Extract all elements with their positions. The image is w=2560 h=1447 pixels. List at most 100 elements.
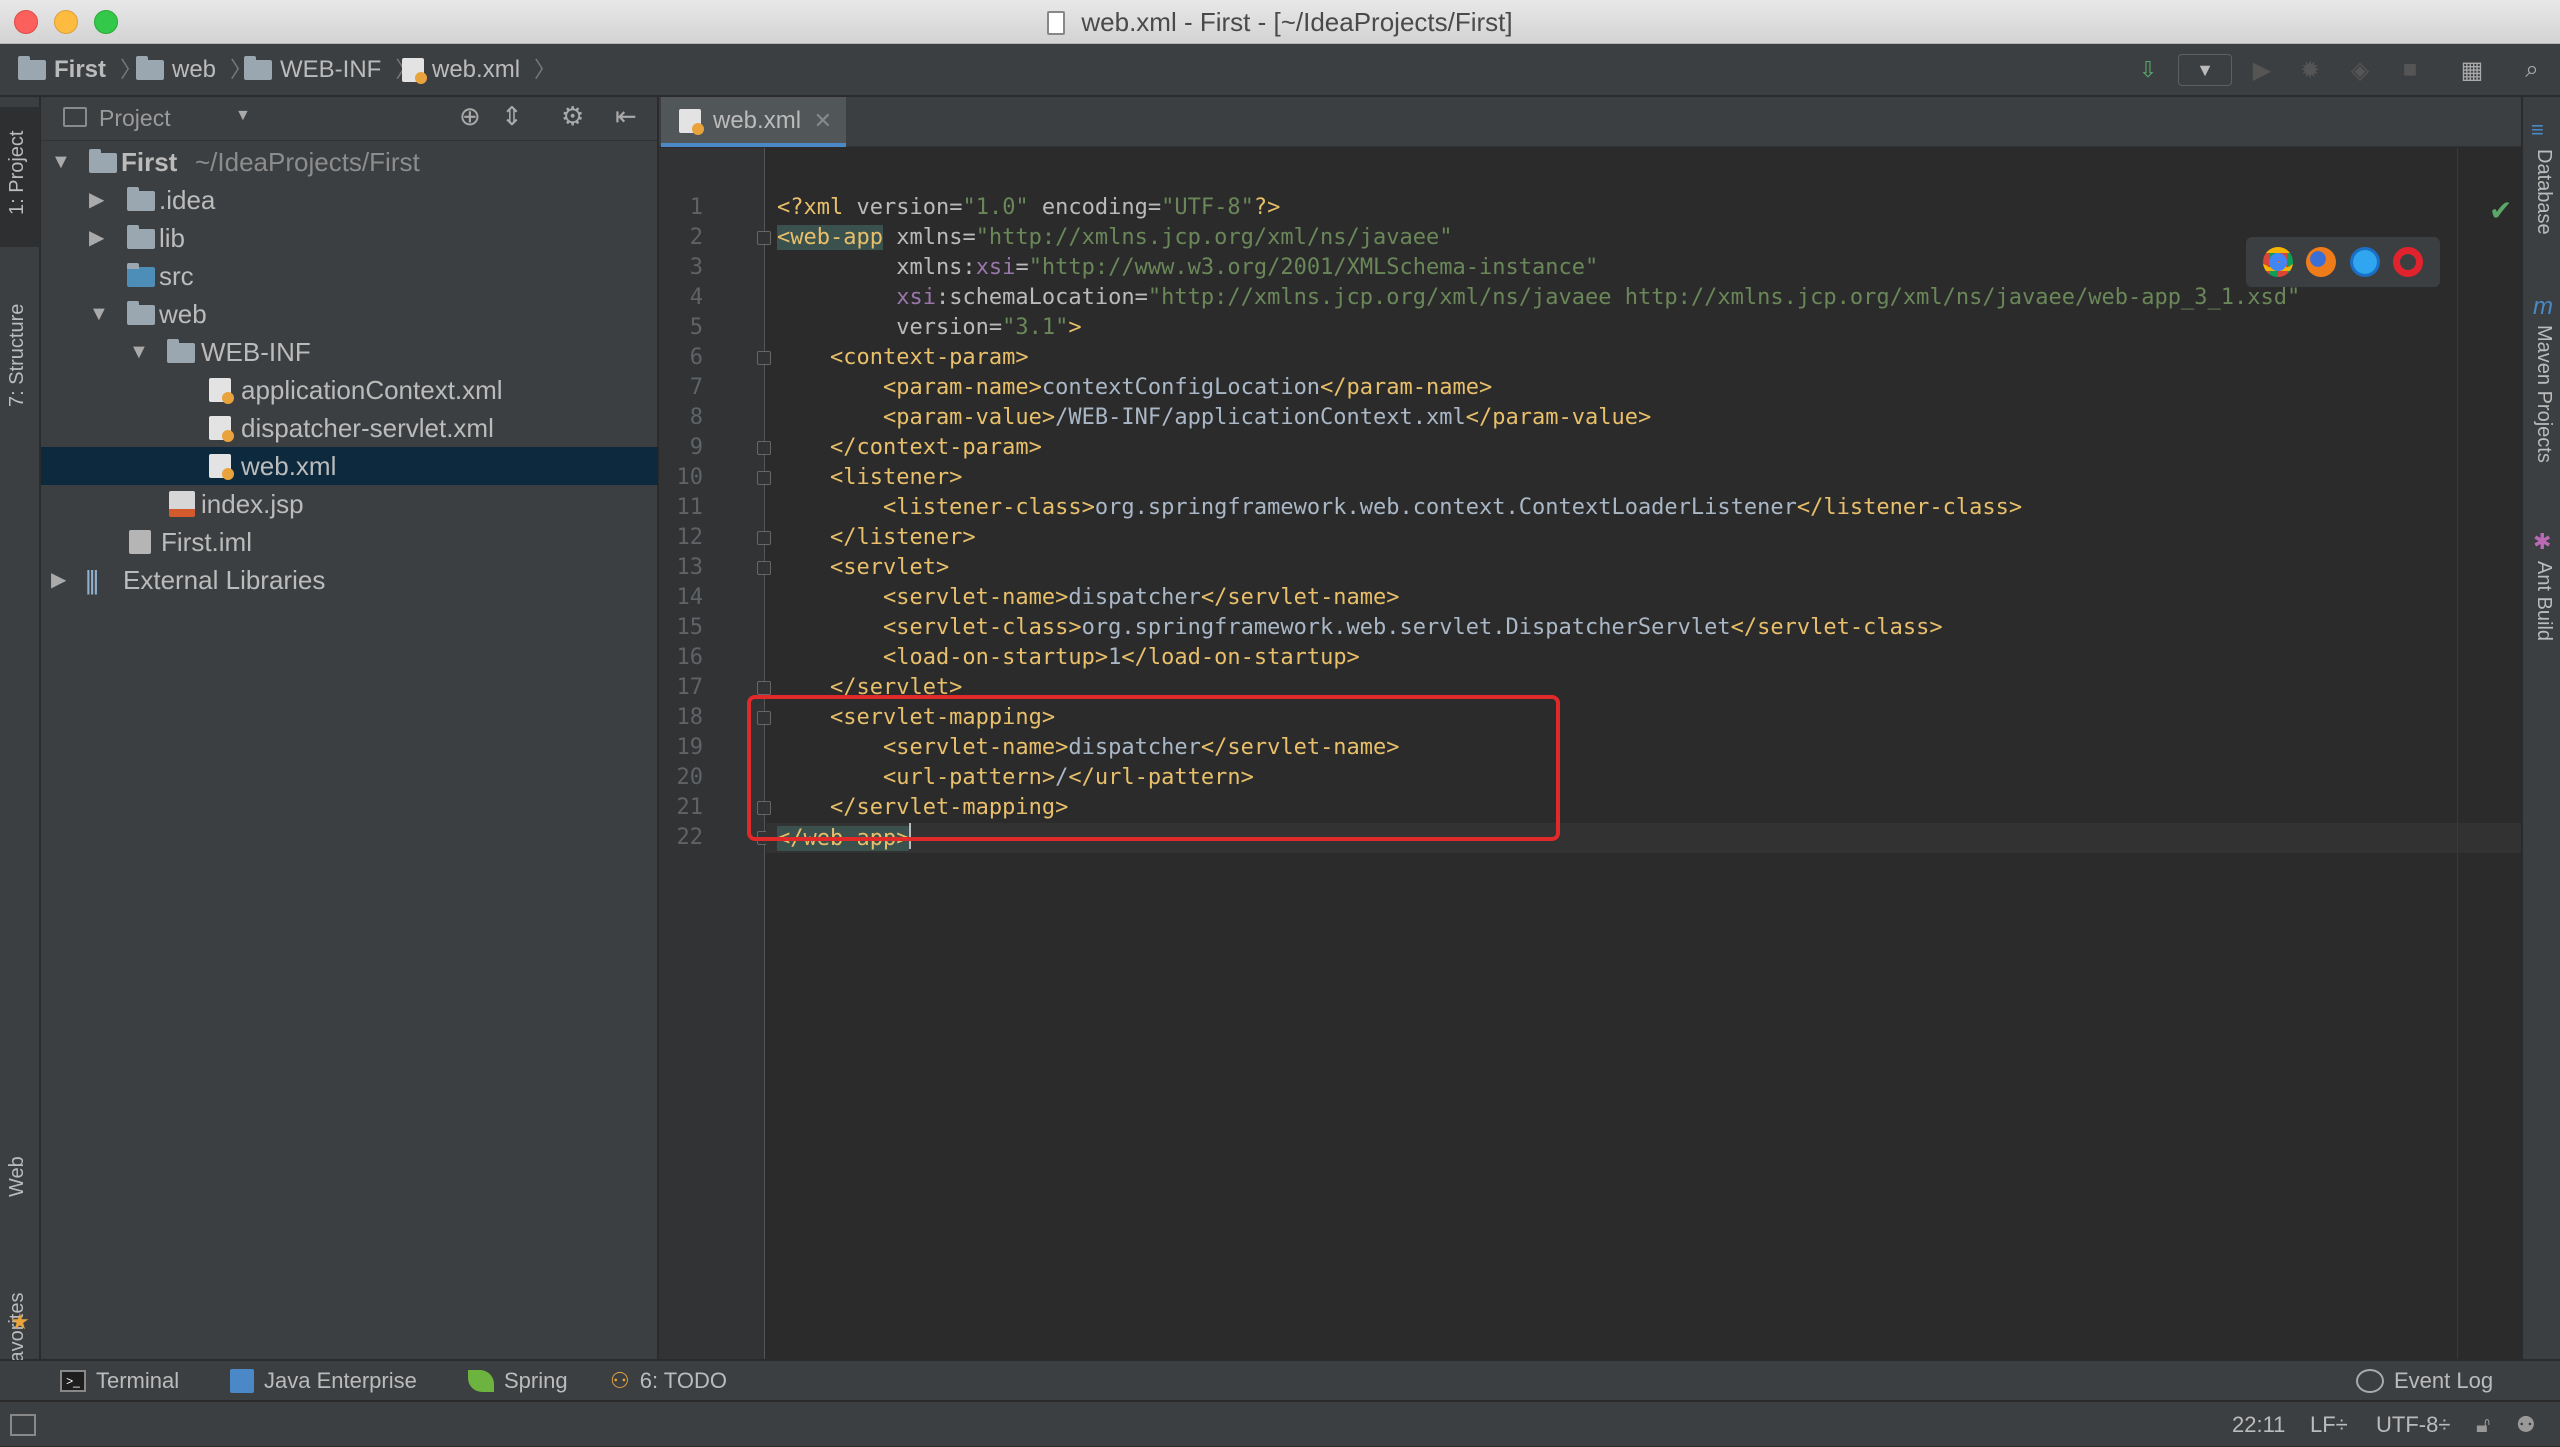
tree-item-label: web.xml — [241, 451, 337, 481]
tree-item-applicationcontext-xml[interactable]: applicationContext.xml — [41, 371, 658, 409]
opera-icon[interactable] — [2393, 247, 2424, 277]
open-in-browser-bar — [2246, 237, 2440, 287]
tree-item-first[interactable]: ▼ First ~/IdeaProjects/First — [41, 143, 658, 181]
run-configuration-dropdown[interactable]: ▼ — [2178, 54, 2232, 86]
structure-tool-tab[interactable]: 7: Structure — [6, 304, 29, 407]
tree-item-label: External Libraries — [123, 565, 326, 595]
lock-icon[interactable]: 🔓︎ — [2476, 1402, 2490, 1447]
debug-icon[interactable]: ✹ — [2294, 54, 2326, 86]
code-line-4: xsi:schemaLocation="http://xmlns.jcp.org… — [777, 285, 2301, 310]
breadcrumb-web-inf[interactable]: WEB-INF〉 — [244, 44, 417, 96]
breadcrumb-web-xml[interactable]: web.xml 〉 — [402, 44, 556, 96]
breadcrumb-first[interactable]: First 〉 — [18, 44, 142, 96]
editor-tab-bar: web.xml ✕ — [659, 97, 2521, 147]
window-title-bar: web.xml - First - [~/IdeaProjects/First] — [0, 0, 2560, 44]
safari-icon[interactable] — [2349, 247, 2380, 277]
tree-item-external-libraries[interactable]: ▶ ||| External Libraries — [41, 561, 658, 599]
fold-marker-icon[interactable] — [757, 231, 771, 245]
build-project-icon[interactable]: ⇩ — [2132, 54, 2164, 86]
tab-web-xml[interactable]: web.xml ✕ — [661, 97, 846, 147]
line-number: 19 — [676, 735, 704, 760]
chevron-down-icon[interactable]: ▼ — [235, 107, 251, 125]
expand-arrow-down-icon[interactable]: ▼ — [129, 333, 149, 371]
spring-tool-button[interactable]: Spring — [468, 1361, 568, 1401]
fold-marker-icon[interactable] — [757, 351, 771, 365]
tree-item-lib[interactable]: ▶ lib — [41, 219, 658, 257]
chevron-down-icon: ▼ — [2196, 59, 2214, 80]
tree-item-web[interactable]: ▼ web — [41, 295, 658, 333]
code-line-6: <context-param> — [777, 345, 1029, 370]
tool-window-toggle-icon[interactable] — [10, 1414, 36, 1436]
tree-item-path: ~/IdeaProjects/First — [195, 147, 420, 177]
expand-arrow-right-icon[interactable]: ▶ — [89, 181, 104, 219]
todo-icon: ⚇ — [610, 1368, 630, 1393]
tree-item-label: applicationContext.xml — [241, 375, 503, 405]
todo-label: 6: TODO — [639, 1368, 727, 1393]
stop-icon[interactable]: ■ — [2394, 54, 2426, 86]
java-enterprise-tool-button[interactable]: Java Enterprise — [230, 1361, 417, 1401]
run-icon[interactable]: ▶ — [2246, 54, 2278, 86]
search-everywhere-icon[interactable]: ⌕ — [2516, 54, 2548, 86]
project-view-icon — [63, 107, 87, 127]
fold-marker-icon[interactable] — [757, 471, 771, 485]
web-tool-tab[interactable]: Web — [6, 1156, 29, 1197]
expand-arrow-down-icon[interactable]: ▼ — [89, 295, 109, 333]
fold-marker-icon[interactable] — [757, 441, 771, 455]
ant-build-tool-tab[interactable]: Ant Build — [2532, 561, 2555, 641]
tab-label: web.xml — [713, 107, 802, 134]
todo-tool-button[interactable]: ⚇ 6: TODO — [610, 1361, 727, 1401]
xml-file-icon — [402, 58, 427, 84]
terminal-tool-button[interactable]: >_ Terminal — [60, 1361, 179, 1401]
breadcrumb-web[interactable]: web 〉 — [136, 44, 252, 96]
tree-item-first-iml[interactable]: First.iml — [41, 523, 658, 561]
spring-xml-file-icon — [209, 416, 234, 442]
expand-arrow-right-icon[interactable]: ▶ — [51, 561, 66, 599]
bottom-tool-bar: >_ Terminal Java Enterprise Spring ⚇ 6: TO… — [0, 1360, 2560, 1400]
tree-item-web-xml[interactable]: web.xml — [41, 447, 658, 485]
tree-item-label: web — [159, 299, 207, 329]
tree-item-idea[interactable]: ▶ .idea — [41, 181, 658, 219]
tree-item-index-jsp[interactable]: index.jsp — [41, 485, 658, 523]
expand-arrow-right-icon[interactable]: ▶ — [89, 219, 104, 257]
fold-marker-icon[interactable] — [757, 531, 771, 545]
code-line-10: <listener> — [777, 465, 963, 490]
project-view-label[interactable]: Project — [99, 105, 171, 132]
project-structure-icon[interactable]: ▦ — [2456, 54, 2488, 86]
project-tool-window: Project ▼ ⊕ ⇕ ⚙ ⇤ ▼ First ~/IdeaProjects… — [41, 97, 658, 1359]
close-tab-icon[interactable]: ✕ — [814, 97, 832, 145]
file-encoding-selector[interactable]: UTF-8÷ — [2376, 1402, 2450, 1447]
cursor-position[interactable]: 22:11 — [2232, 1402, 2285, 1447]
line-number: 8 — [689, 405, 703, 430]
code-line-12: </listener> — [777, 525, 976, 550]
coverage-icon[interactable]: ◈ — [2344, 54, 2376, 86]
maven-tool-tab[interactable]: Maven Projects — [2532, 325, 2555, 463]
inspector-icon[interactable]: ⚉ — [2516, 1402, 2536, 1447]
fold-marker-icon[interactable] — [757, 681, 771, 695]
jsp-file-icon — [169, 491, 195, 517]
tree-item-src[interactable]: src — [41, 257, 658, 295]
spring-xml-file-icon — [209, 378, 234, 404]
tree-item-dispatcher-servlet-xml[interactable]: dispatcher-servlet.xml — [41, 409, 658, 447]
line-number: 2 — [689, 225, 703, 250]
tree-item-label: lib — [159, 223, 186, 253]
settings-gear-icon[interactable]: ⚙ — [561, 101, 584, 132]
line-separator-selector[interactable]: LF÷ — [2310, 1402, 2348, 1447]
project-tool-tab[interactable]: 1: Project — [6, 131, 29, 215]
chrome-icon[interactable] — [2262, 247, 2293, 277]
line-number: 4 — [689, 285, 703, 310]
expand-arrow-down-icon[interactable]: ▼ — [51, 143, 71, 181]
tree-item-web-inf[interactable]: ▼ WEB-INF — [41, 333, 658, 371]
project-folder-icon — [18, 56, 46, 80]
hide-panel-icon[interactable]: ⇤ — [615, 101, 637, 132]
checkmark-icon: ✔ — [2489, 195, 2513, 226]
code-editor[interactable]: 1 2 3 4 5 6 7 8 9 10 11 12 13 14 15 16 1… — [659, 148, 2521, 1359]
breadcrumb-label: First — [54, 56, 107, 83]
collapse-all-icon[interactable]: ⇕ — [501, 101, 523, 132]
firefox-icon[interactable] — [2306, 247, 2337, 277]
event-log-tool-button[interactable]: Event Log — [2356, 1361, 2493, 1401]
tree-item-label: First.iml — [161, 527, 252, 557]
locate-file-icon[interactable]: ⊕ — [459, 101, 481, 132]
fold-marker-icon[interactable] — [757, 561, 771, 575]
database-tool-tab[interactable]: Database — [2532, 149, 2555, 235]
star-icon: ★ — [10, 1309, 30, 1334]
